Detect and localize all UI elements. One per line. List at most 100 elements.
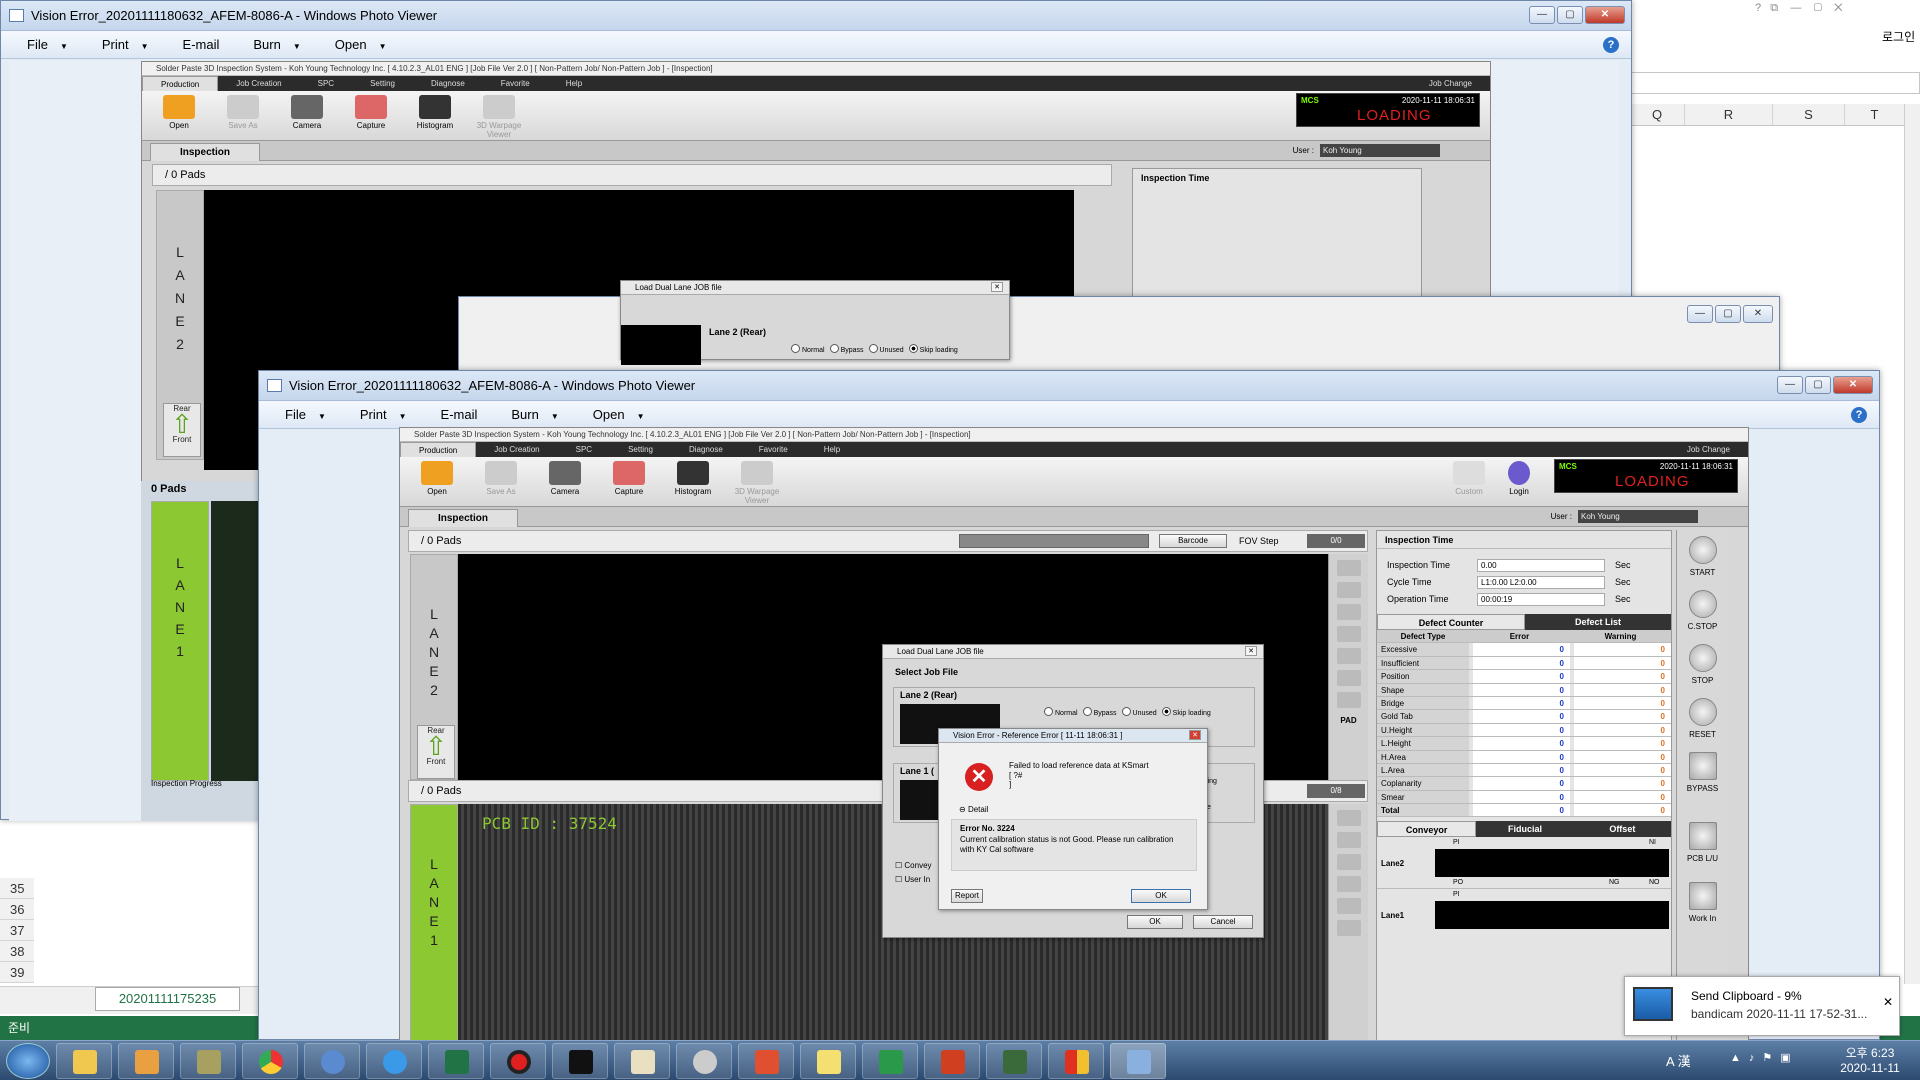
taskbar-lock[interactable] [676, 1043, 732, 1079]
taskbar-chrome[interactable] [242, 1043, 298, 1079]
inspection-tab[interactable]: Inspection [150, 143, 260, 161]
cstop-button[interactable]: C.STOP [1677, 584, 1728, 638]
error-ok-button[interactable]: OK [1131, 889, 1191, 903]
pointer-icon[interactable] [1336, 810, 1361, 826]
load-ok-button[interactable]: OK [1127, 915, 1183, 929]
close-icon[interactable]: ✕ [991, 282, 1003, 292]
menu-print[interactable]: Print ▼ [360, 401, 407, 428]
tab-job-creation[interactable]: Job Creation [218, 76, 299, 91]
work-in-button[interactable]: Work In [1677, 876, 1728, 930]
job-change-label[interactable]: Job Change [1669, 442, 1748, 457]
tab-help[interactable]: Help [548, 76, 600, 91]
tab-spc[interactable]: SPC [300, 76, 352, 91]
stop-button[interactable]: STOP [1677, 638, 1728, 692]
menu-print[interactable]: Print ▼ [102, 31, 149, 58]
excel-col-r[interactable]: R [1685, 104, 1773, 126]
excel-col-q[interactable]: Q [1630, 104, 1685, 126]
taskbar-book[interactable] [614, 1043, 670, 1079]
load-cancel-button[interactable]: Cancel [1193, 915, 1253, 929]
menu-open[interactable]: Open ▼ [593, 401, 645, 428]
toast-close-icon[interactable]: ✕ [1883, 995, 1893, 1009]
menu-file[interactable]: File ▼ [285, 401, 326, 428]
job-change-label[interactable]: Job Change [1411, 76, 1490, 91]
mid-minimize-button[interactable]: — [1687, 305, 1713, 323]
histogram-button[interactable]: Histogram [406, 91, 464, 140]
bypass-button[interactable]: BYPASS [1677, 746, 1728, 816]
ime-indicator[interactable]: A 漢 [1666, 1051, 1691, 1070]
tab-fiducial[interactable]: Fiducial [1476, 821, 1574, 838]
layer-icon[interactable] [1336, 648, 1361, 664]
start-button[interactable]: START [1677, 530, 1728, 584]
warpage-viewer-button[interactable]: 3D Warpage Viewer [728, 457, 786, 506]
tab-favorite[interactable]: Favorite [741, 442, 806, 457]
tab-diagnose[interactable]: Diagnose [413, 76, 483, 91]
taskbar-app[interactable] [180, 1043, 236, 1079]
pointer-icon[interactable] [1336, 560, 1361, 576]
maximize-button[interactable]: ▢ [1805, 376, 1831, 394]
mid-close-button[interactable]: ✕ [1743, 305, 1773, 323]
excel-caption-controls[interactable]: ? ⧉ — ▢ ✕ [1755, 2, 1843, 15]
close-icon[interactable]: ✕ [1189, 730, 1201, 740]
pcb-lu-button[interactable]: PCB L/U [1677, 816, 1728, 876]
detail-toggle[interactable]: ⊖ Detail [959, 805, 988, 814]
tab-conveyor[interactable]: Conveyor [1377, 821, 1477, 838]
taskbar-cmd[interactable] [552, 1043, 608, 1079]
save-as-button[interactable]: Save As [214, 91, 272, 140]
warpage-viewer-button[interactable]: 3D Warpage Viewer [470, 91, 528, 140]
conveyor-checkbox[interactable]: ☐ Convey [895, 861, 932, 870]
capture-button[interactable]: Capture [600, 457, 658, 506]
inspection-tab[interactable]: Inspection [408, 509, 518, 527]
report-button[interactable]: Report [951, 889, 983, 903]
zoom-in-icon[interactable] [1336, 832, 1361, 848]
help-icon[interactable]: ? [1851, 407, 1867, 423]
open-button[interactable]: Open [150, 91, 208, 140]
save-as-button[interactable]: Save As [472, 457, 530, 506]
capture-button[interactable]: Capture [342, 91, 400, 140]
menu-burn[interactable]: Burn ▼ [511, 401, 558, 428]
pad-label[interactable]: PAD [1329, 716, 1368, 725]
tab-production[interactable]: Production [142, 76, 219, 91]
reset-button[interactable]: RESET [1677, 692, 1728, 746]
tab-setting[interactable]: Setting [610, 442, 671, 457]
formula-bar[interactable] [1630, 72, 1920, 94]
zoom-in-icon[interactable] [1336, 582, 1361, 598]
excel-vscroll[interactable] [1904, 104, 1920, 984]
window-title-bar[interactable]: Vision Error_20201111180632_AFEM-8086-A … [259, 371, 1879, 401]
open-button[interactable]: Open [408, 457, 466, 506]
excel-row[interactable]: 35 [0, 878, 34, 899]
grid-icon[interactable] [1336, 670, 1361, 686]
layer-icon[interactable] [1336, 898, 1361, 914]
tab-defect-counter[interactable]: Defect Counter [1377, 614, 1525, 630]
menu-email[interactable]: E-mail [183, 31, 220, 58]
excel-row[interactable]: 37 [0, 920, 34, 941]
menu-burn[interactable]: Burn ▼ [253, 31, 300, 58]
taskbar-excel[interactable] [428, 1043, 484, 1079]
tab-job-creation[interactable]: Job Creation [476, 442, 557, 457]
taskbar-app2[interactable] [304, 1043, 360, 1079]
excel-row[interactable]: 38 [0, 941, 34, 962]
camera-button[interactable]: Camera [278, 91, 336, 140]
close-button[interactable]: ✕ [1833, 376, 1873, 394]
histogram-button[interactable]: Histogram [664, 457, 722, 506]
help-icon[interactable]: ? [1603, 37, 1619, 53]
taskbar-photo-viewer[interactable] [1110, 1043, 1166, 1079]
zoom-fit-icon[interactable] [1336, 604, 1361, 620]
taskbar-monitor[interactable] [986, 1043, 1042, 1079]
taskbar-outlook[interactable] [924, 1043, 980, 1079]
mid-maximize-button[interactable]: ▢ [1715, 305, 1741, 323]
taskbar-media[interactable] [118, 1043, 174, 1079]
taskbar-office[interactable] [1048, 1043, 1104, 1079]
menu-email[interactable]: E-mail [441, 401, 478, 428]
tab-diagnose[interactable]: Diagnose [671, 442, 741, 457]
window-title-bar[interactable]: Vision Error_20201111180632_AFEM-8086-A … [1, 1, 1631, 31]
tab-setting[interactable]: Setting [352, 76, 413, 91]
hand-icon[interactable] [1336, 626, 1361, 642]
tab-production[interactable]: Production [400, 442, 477, 457]
clipboard-toast[interactable]: Send Clipboard - 9% bandicam 2020-11-11 … [1624, 976, 1900, 1036]
close-button[interactable]: ✕ [1585, 6, 1625, 24]
lane2-mode-radios[interactable]: Normal Bypass Unused Skip loading [1044, 706, 1216, 718]
excel-login[interactable]: 로그인 [1882, 28, 1915, 45]
barcode-button[interactable]: Barcode [1159, 534, 1227, 548]
menu-open[interactable]: Open ▼ [335, 31, 387, 58]
grid-icon[interactable] [1336, 920, 1361, 936]
